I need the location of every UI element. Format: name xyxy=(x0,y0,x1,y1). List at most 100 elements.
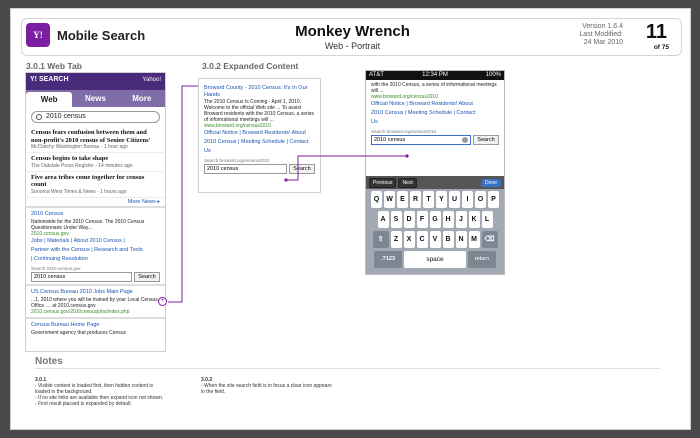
version-info: Version 1.6.4 Last Modified: 24 Mar 2010 xyxy=(579,23,623,46)
key[interactable]: R xyxy=(410,191,421,208)
key[interactable]: O xyxy=(475,191,486,208)
result-collapsed: US Census Bureau 2010 Jobs Main Page ...… xyxy=(26,286,165,319)
search-input[interactable]: 2010 census xyxy=(31,111,160,123)
return-key[interactable]: return xyxy=(468,251,496,268)
expanded-content-panel: Broward County - 2010 Census: It's In Ou… xyxy=(198,78,321,193)
search-tabs: Web News More xyxy=(26,90,165,107)
result-snippet: Government agency that produces Census xyxy=(31,329,127,336)
site-search-button[interactable]: Search xyxy=(134,271,160,282)
sitelinks-row[interactable]: 2010 Census | Meeting Schedule | Contact xyxy=(204,138,315,147)
page-number: 11 xyxy=(645,21,667,43)
result-title[interactable]: 2010 Census xyxy=(31,210,160,219)
sitelinks-row[interactable]: Jobs | Materials | About 2010 Census | xyxy=(31,237,160,246)
key[interactable]: M xyxy=(468,231,480,248)
key[interactable]: C xyxy=(416,231,428,248)
done-button[interactable]: Done xyxy=(481,178,501,187)
key[interactable]: T xyxy=(423,191,434,208)
previous-button[interactable]: Previous xyxy=(369,177,397,188)
result-snippet: with the 2010 Census, a series of inform… xyxy=(371,82,497,94)
site-search-label: Search 2010.census.gov xyxy=(31,265,81,271)
news-item[interactable]: Census begins to take shape The Oakdale P… xyxy=(26,153,165,172)
key[interactable]: Q xyxy=(371,191,382,208)
key[interactable]: V xyxy=(429,231,441,248)
key[interactable]: J xyxy=(455,211,467,228)
key[interactable]: B xyxy=(442,231,454,248)
page-header: Y! Mobile Search Monkey Wrench Web - Por… xyxy=(21,18,682,56)
section-expanded-content: 3.0.2 Expanded Content xyxy=(202,61,299,71)
note-3-0-1: 3.0.1 - Visible content is loaded first,… xyxy=(35,377,164,407)
site-search-input[interactable]: 2010 census xyxy=(371,135,471,145)
result-expanded: 2010 Census Nationwide for the 2010 Cens… xyxy=(26,208,165,286)
more-news-link[interactable]: More News ▸ xyxy=(26,198,165,208)
tab-more[interactable]: More xyxy=(119,90,165,107)
tab-web[interactable]: Web xyxy=(26,92,73,107)
page-of: of 75 xyxy=(653,44,669,51)
key[interactable]: E xyxy=(397,191,408,208)
shift-key[interactable]: ⇧ xyxy=(372,231,389,248)
result-title[interactable]: US Census Bureau 2010 Jobs Main Page xyxy=(31,288,160,297)
site-search-label: Search broward.org/census2010 xyxy=(371,129,437,134)
next-button[interactable]: Next xyxy=(398,177,417,188)
site-search-button[interactable]: Search xyxy=(289,164,315,174)
site-search-input[interactable]: 2010 census xyxy=(204,164,287,174)
key[interactable]: S xyxy=(390,211,402,228)
key[interactable]: I xyxy=(462,191,473,208)
key[interactable]: L xyxy=(481,211,493,228)
key-row-3: ⇧ ZXCVBNM ⌫ xyxy=(368,231,502,248)
sitelinks-row[interactable]: Official Notice | Broward Residents! Abo… xyxy=(371,100,499,109)
key[interactable]: U xyxy=(449,191,460,208)
result-url: 2010.census.gov/2010censusjobs/index.php xyxy=(31,308,130,315)
news-item[interactable]: Census fears confusion between them and … xyxy=(26,127,165,153)
keyboard: QWERTYUIOP ASDFGHJKL ⇧ ZXCVBNM ⌫ .?123 s… xyxy=(366,189,504,274)
brand-logo: Y! SEARCH xyxy=(30,76,69,83)
brand-right[interactable]: Yahoo! xyxy=(142,77,161,83)
key-row-4: .?123 space return xyxy=(368,251,502,268)
key[interactable]: D xyxy=(403,211,415,228)
expand-icon[interactable]: + xyxy=(158,297,167,306)
key-row-2: ASDFGHJKL xyxy=(368,211,502,228)
key[interactable]: Z xyxy=(390,231,402,248)
sitelinks-row[interactable]: | Continuing Resolution xyxy=(31,255,160,264)
site-search-input[interactable]: 2010 census xyxy=(31,271,132,282)
key[interactable]: K xyxy=(468,211,480,228)
sitelinks-row[interactable]: Us xyxy=(371,118,499,127)
result-title[interactable]: Census Bureau Home Page xyxy=(31,321,160,330)
key[interactable]: G xyxy=(429,211,441,228)
site-search: 2010 census Search xyxy=(31,271,160,282)
key[interactable]: A xyxy=(377,211,389,228)
space-key[interactable]: space xyxy=(404,251,466,268)
site-search-label: Search broward.org/census2010 xyxy=(204,158,270,163)
key[interactable]: F xyxy=(416,211,428,228)
sitelinks-row[interactable]: 2010 Census | Meeting Schedule | Contact xyxy=(371,109,499,118)
key[interactable]: P xyxy=(488,191,499,208)
site-search-button[interactable]: Search xyxy=(473,135,499,145)
sitelinks-row[interactable]: Partner with the Census | Research and T… xyxy=(31,246,160,255)
clear-icon[interactable] xyxy=(462,137,468,143)
phone-web-tab: Y! SEARCH Yahoo! Web News More 2010 cens… xyxy=(25,72,166,352)
phone-focused-search: AT&T 12:34 PM 100% with the 2010 Census,… xyxy=(365,70,505,275)
keyboard-toolbar: Previous Next Done xyxy=(366,176,504,189)
section-web-tab: 3.0.1 Web Tab xyxy=(26,61,82,71)
search-brand-bar: Y! SEARCH Yahoo! xyxy=(26,73,165,90)
notes-divider xyxy=(35,368,660,369)
news-item[interactable]: Five area tribes come together for censu… xyxy=(26,172,165,198)
sitelinks-row[interactable]: Official Notice | Broward Residents! Abo… xyxy=(204,129,315,138)
clock: 12:34 PM xyxy=(422,72,448,78)
result-snippet: Nationwide for the 2010 Census. The 2010… xyxy=(31,218,145,231)
key[interactable]: N xyxy=(455,231,467,248)
key[interactable]: H xyxy=(442,211,454,228)
sitelinks-row[interactable]: Us xyxy=(204,147,315,156)
battery: 100% xyxy=(485,72,501,78)
tab-news[interactable]: News xyxy=(72,90,118,107)
result-title[interactable]: Broward County - 2010 Census: It's In Ou… xyxy=(204,85,315,99)
result-collapsed: Census Bureau Home Page Government agenc… xyxy=(26,319,165,338)
key[interactable]: X xyxy=(403,231,415,248)
delete-key[interactable]: ⌫ xyxy=(481,231,498,248)
key[interactable]: W xyxy=(384,191,395,208)
search-icon xyxy=(36,114,42,120)
key[interactable]: Y xyxy=(436,191,447,208)
site-search: 2010 census Search xyxy=(371,135,499,145)
site-search: 2010 census Search xyxy=(204,164,315,174)
result-snippet: The 2010 Census Is Coming - April 1, 201… xyxy=(204,99,315,123)
number-key[interactable]: .?123 xyxy=(374,251,402,268)
